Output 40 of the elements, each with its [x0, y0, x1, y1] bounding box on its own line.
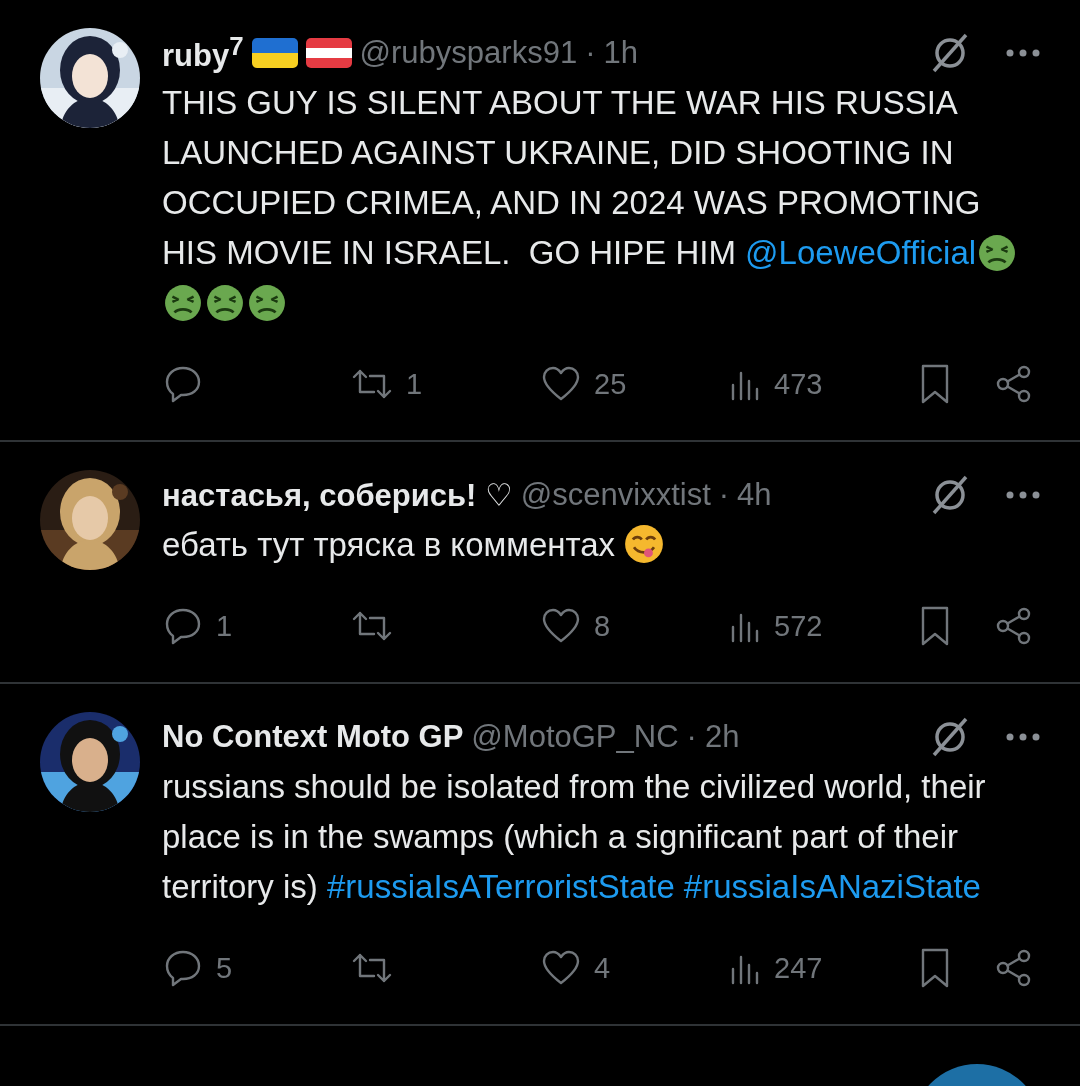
dot-separator: ·: [718, 477, 730, 513]
view-count: 473: [774, 367, 823, 401]
author-name[interactable]: No Context Moto GP: [162, 719, 464, 755]
more-icon[interactable]: [1006, 49, 1040, 57]
flag-ukraine-icon: [251, 38, 298, 68]
post-text: ебать тут тряска в комментах: [162, 520, 1030, 570]
post-time[interactable]: 4h: [737, 477, 772, 513]
repost-count: 1: [406, 367, 423, 401]
author-handle[interactable]: @MotoGP_NC: [471, 719, 679, 755]
nauseated-emoji-icon: [248, 284, 286, 322]
hashtag-link[interactable]: #russiaIsATerroristState: [327, 868, 675, 905]
dot-separator: ·: [686, 719, 697, 755]
like-count: 8: [594, 609, 611, 643]
author-name[interactable]: ruby$^{7}$: [162, 31, 244, 75]
author-handle[interactable]: @scenvixxtist: [520, 477, 711, 513]
more-icon[interactable]: [1006, 491, 1040, 499]
nauseated-emoji-icon: [978, 234, 1017, 272]
post-time[interactable]: 2h: [704, 719, 740, 755]
like-count: 4: [594, 951, 611, 985]
nauseated-emoji-icon: [164, 284, 202, 322]
post-text: THIS GUY IS SILENT ABOUT THE WAR HIS RUSSIA LAUNCHED AGAINST UKRAINE, DID SHOOTING IN OCCUPIED CRIMEA, AND IN 2024 WAS PROMOTING HIS MOVIE IN ISRAEL. GO HIPE HIM @LoeweOfficial: [162, 78, 1030, 328]
author-handle[interactable]: @rubysparks91: [359, 35, 578, 71]
more-icon[interactable]: [1006, 733, 1040, 741]
mention-link[interactable]: @LoeweOfficial: [745, 234, 977, 271]
reply-count: 5: [216, 951, 233, 985]
hashtag-link[interactable]: #russiaIsANaziState: [683, 868, 981, 905]
post-text: russians should be isolated from the civilized world, their place is in the swamps (which a significant part of their territory is) #russiaIsATerroristState #russiaIsANaziState: [162, 767, 987, 907]
heart-icon[interactable]: [540, 607, 582, 645]
post-time[interactable]: 1h: [603, 35, 638, 71]
like-count: 25: [594, 367, 627, 401]
heart-icon[interactable]: [540, 365, 582, 403]
yum-emoji-icon: [624, 524, 665, 564]
nauseated-emoji-icon: [206, 284, 244, 322]
heart-icon[interactable]: [540, 949, 582, 987]
flag-austria-icon: [305, 38, 352, 68]
reply-count: 1: [216, 609, 233, 643]
author-name[interactable]: настасья, соберись! ♡: [162, 476, 513, 514]
dot-separator: ·: [585, 35, 596, 71]
view-count: 572: [774, 609, 823, 643]
view-count: 247: [774, 951, 823, 985]
